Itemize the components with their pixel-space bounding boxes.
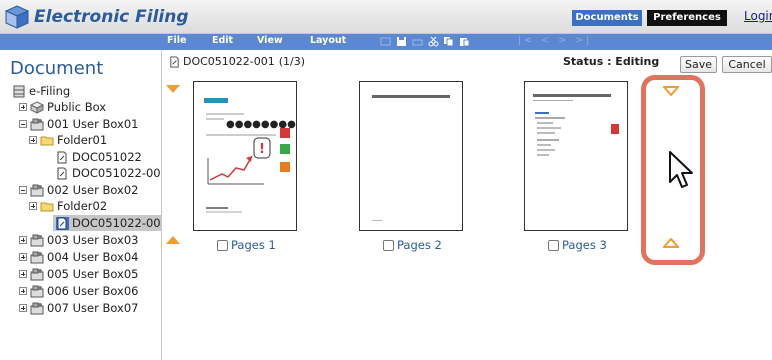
page-1-preview: ●●●●●●●● !: [204, 98, 296, 213]
user-box-icon: [30, 118, 44, 130]
folder-icon: [40, 202, 54, 211]
page-3-label[interactable]: Pages 3: [548, 238, 607, 252]
collapse-icon[interactable]: [19, 120, 27, 128]
app-logo: Electronic Filing: [4, 4, 189, 30]
tree-label: Folder01: [57, 133, 108, 147]
user-box-icon: [30, 184, 44, 196]
page-1-label[interactable]: Pages 1: [217, 238, 276, 252]
document-icon: [56, 216, 69, 230]
status-text: Status : Editing: [563, 55, 660, 68]
user-box-icon: [30, 268, 44, 280]
document-icon: [57, 167, 67, 179]
app-title: Electronic Filing: [34, 7, 189, 27]
document-icon: [57, 151, 67, 163]
page-2-preview: [372, 95, 450, 221]
user-box-icon: [30, 302, 44, 314]
tree-item-folder01[interactable]: Folder01: [29, 132, 107, 148]
tree-item-user-box01[interactable]: 001 User Box01: [19, 116, 138, 132]
tree-item-doc051022[interactable]: DOC051022: [55, 149, 142, 165]
page-thumbnail-2[interactable]: [359, 81, 463, 231]
tree-label: 003 User Box03: [47, 233, 139, 247]
header: Electronic Filing Documents Preferences …: [0, 0, 772, 34]
page-2-text: Pages 2: [397, 238, 442, 252]
cube-logo-icon: [4, 5, 30, 29]
login-link[interactable]: Login: [744, 9, 772, 23]
tree-label: e-Filing: [29, 84, 71, 98]
paste-icon[interactable]: [459, 36, 470, 47]
insert-icon[interactable]: [380, 36, 391, 47]
page-3-text: Pages 3: [562, 238, 607, 252]
pager-controls: |< < > >|: [518, 35, 593, 46]
menu-view[interactable]: View: [257, 35, 283, 46]
page-3-preview: [533, 94, 619, 156]
tree-label: DOC051022-00: [72, 216, 161, 230]
tree-item-doc051022-00[interactable]: DOC051022-00: [55, 165, 161, 181]
page-1-text: Pages 1: [231, 238, 276, 252]
tree-item-user-box06[interactable]: 006 User Box06: [19, 283, 138, 299]
page-thumbnail-3[interactable]: [524, 81, 628, 231]
page-2-checkbox[interactable]: [383, 239, 394, 251]
expand-icon[interactable]: [19, 270, 27, 278]
tree-label: Folder02: [57, 199, 108, 213]
tree-item-user-box07[interactable]: 007 User Box07: [19, 300, 138, 316]
page-1-checkbox[interactable]: [217, 239, 228, 251]
expand-icon[interactable]: [29, 202, 37, 210]
document-name: DOC051022-001: [183, 55, 275, 68]
documents-tab[interactable]: Documents: [572, 10, 642, 26]
tree-label: 004 User Box04: [47, 250, 139, 264]
tree-item-folder02[interactable]: Folder02: [29, 198, 107, 214]
sidebar: Document e-Filing Public Box 001 User Bo…: [0, 50, 162, 360]
cabinet-icon: [13, 85, 25, 97]
tree-item-user-box03[interactable]: 003 User Box03: [19, 232, 138, 248]
user-box-icon: [30, 285, 44, 297]
menu-layout[interactable]: Layout: [310, 35, 346, 46]
collapse-icon[interactable]: [19, 186, 27, 194]
tree-label: 005 User Box05: [47, 267, 139, 281]
cancel-button[interactable]: Cancel: [722, 56, 772, 73]
insert-arrow-down-icon[interactable]: [166, 85, 180, 93]
page-2-label[interactable]: Pages 2: [383, 238, 442, 252]
expand-icon[interactable]: [19, 103, 27, 111]
tree-label: DOC051022: [72, 150, 142, 164]
preferences-tab[interactable]: Preferences: [647, 10, 727, 26]
tree-item-user-box04[interactable]: 004 User Box04: [19, 249, 138, 265]
tree-label: Public Box: [47, 100, 107, 114]
cut-icon[interactable]: [428, 36, 439, 47]
user-box-icon: [30, 251, 44, 263]
page-counter: (1/3): [278, 55, 306, 68]
page-3-checkbox[interactable]: [548, 239, 559, 251]
sidebar-heading: Document: [10, 58, 104, 79]
save-button[interactable]: Save: [680, 56, 717, 73]
expand-icon[interactable]: [29, 136, 37, 144]
menu-edit[interactable]: Edit: [212, 35, 233, 46]
tree-label: 001 User Box01: [47, 117, 139, 131]
menu-file[interactable]: File: [167, 35, 186, 46]
expand-icon[interactable]: [19, 236, 27, 244]
copy-icon[interactable]: [443, 36, 454, 47]
folder-icon: [40, 136, 54, 145]
menubar: File Edit View Layout |< < > >|: [0, 34, 772, 50]
user-box-icon: [30, 234, 44, 246]
print-icon[interactable]: [412, 36, 423, 47]
tree-item-doc051022-00-selected[interactable]: DOC051022-00: [53, 215, 162, 231]
svg-text:!: !: [259, 142, 265, 157]
page-thumbnail-1[interactable]: ●●●●●●●● !: [193, 81, 297, 231]
highlight-box: [641, 75, 705, 265]
save-disk-icon[interactable]: [396, 36, 407, 47]
document-icon: [170, 55, 179, 68]
tree-label: 007 User Box07: [47, 301, 139, 315]
tree-label: 002 User Box02: [47, 183, 139, 197]
insert-arrow-up-icon[interactable]: [166, 236, 180, 244]
tree-label: DOC051022-00: [72, 166, 161, 180]
tree-item-efiling[interactable]: e-Filing: [12, 83, 70, 99]
tree-item-public-box[interactable]: Public Box: [19, 99, 106, 115]
public-box-icon: [30, 100, 44, 114]
tree-item-user-box02[interactable]: 002 User Box02: [19, 182, 138, 198]
expand-icon[interactable]: [19, 253, 27, 261]
expand-icon[interactable]: [19, 287, 27, 295]
expand-icon[interactable]: [19, 304, 27, 312]
tree-item-user-box05[interactable]: 005 User Box05: [19, 266, 138, 282]
tree-label: 006 User Box06: [47, 284, 139, 298]
document-path: DOC051022-001 (1/3): [168, 55, 305, 68]
